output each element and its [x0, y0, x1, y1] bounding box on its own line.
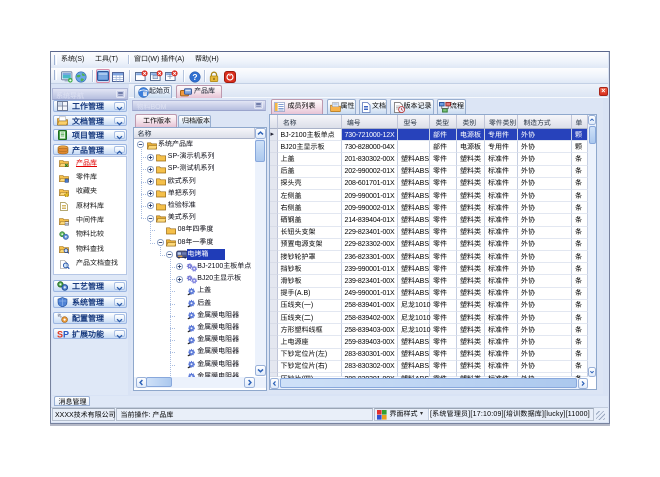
svg-text:?: ? [192, 72, 197, 82]
svg-text:P: P [63, 329, 69, 338]
